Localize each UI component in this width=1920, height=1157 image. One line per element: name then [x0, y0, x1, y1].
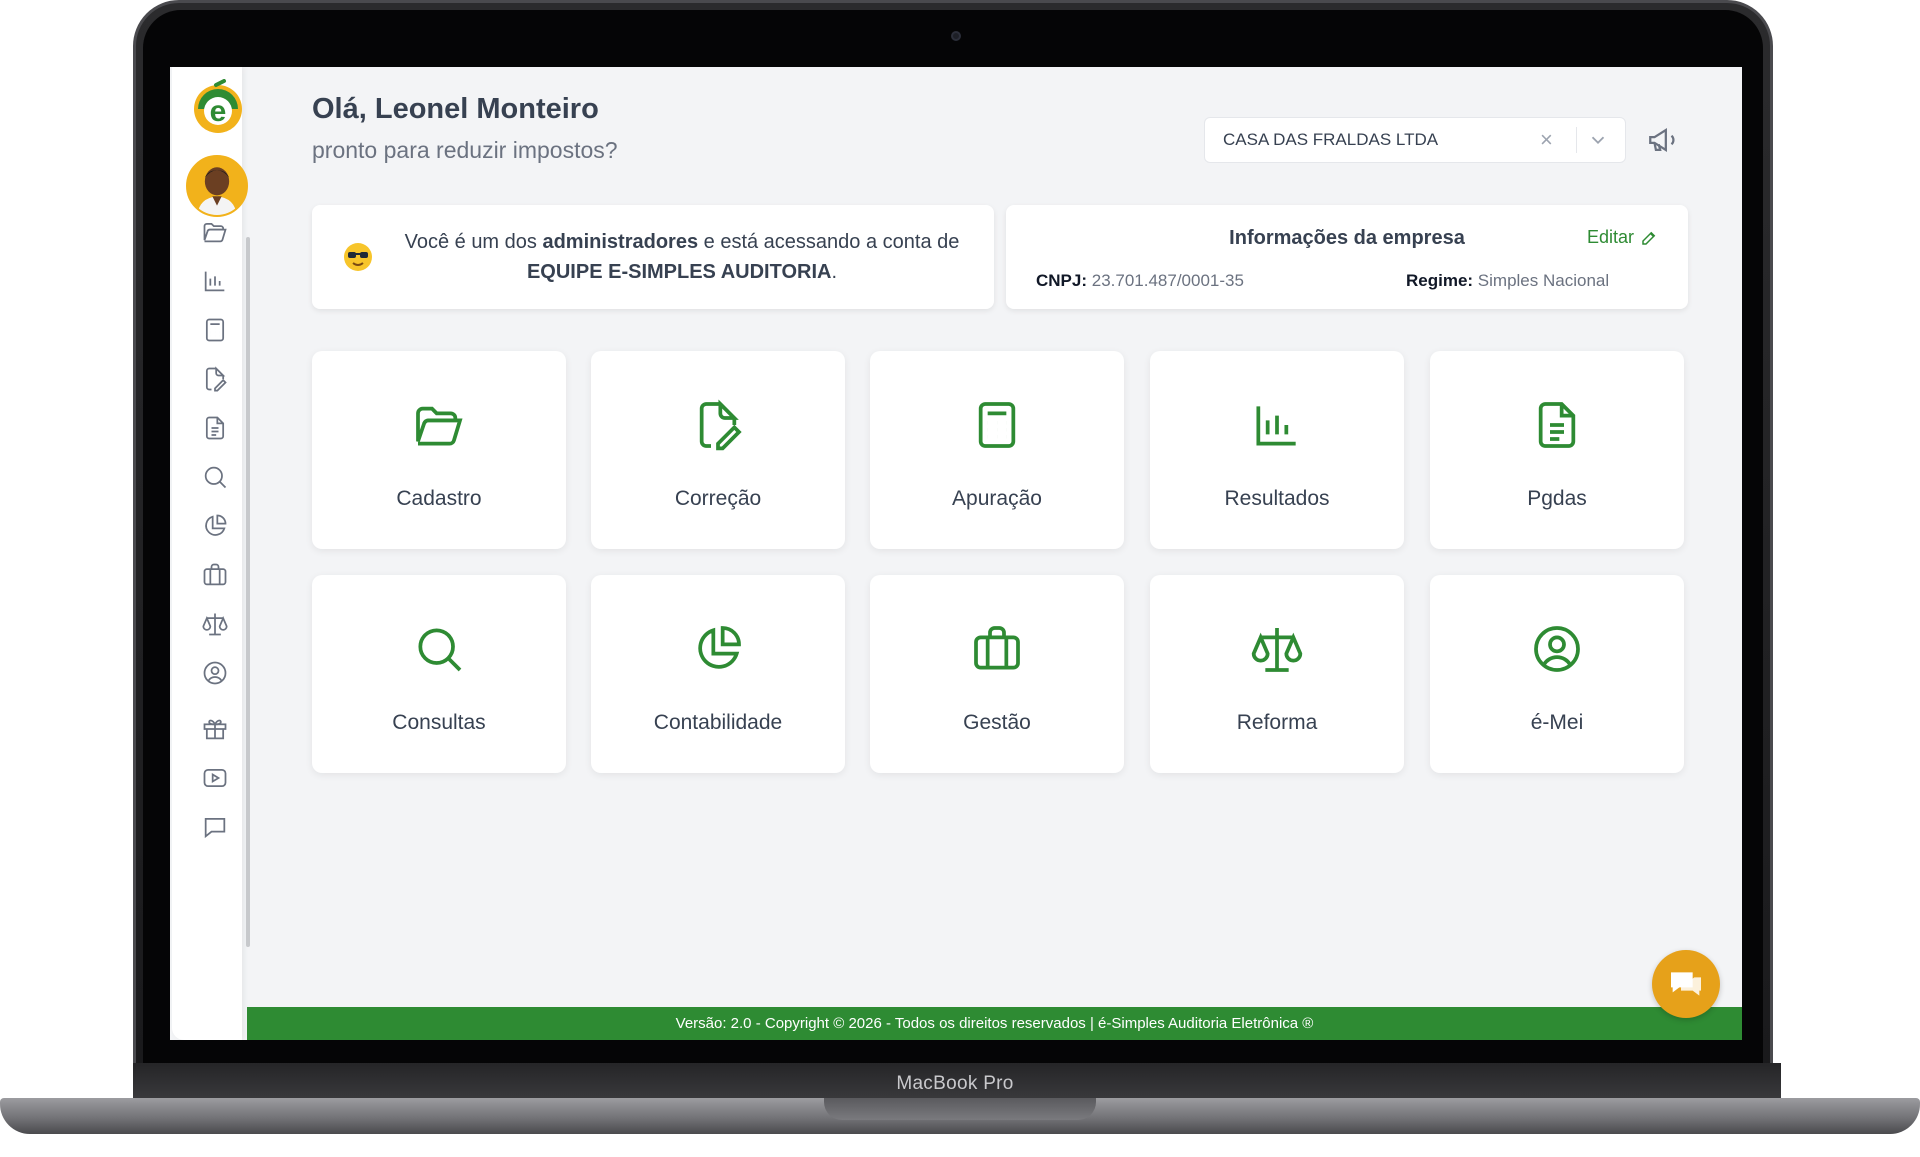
- chat-icon: [1671, 972, 1701, 996]
- scale-icon[interactable]: [200, 609, 230, 639]
- admin-notice-part: Você é um dos: [404, 231, 543, 253]
- chevron-down-icon[interactable]: [1587, 129, 1613, 151]
- sunglasses-emoji-icon: [344, 243, 372, 271]
- admin-notice-part: e está acessando a conta de: [698, 231, 960, 253]
- camera: [951, 31, 961, 41]
- calculator-icon[interactable]: [200, 315, 230, 345]
- page-subtitle: pronto para reduzir impostos?: [312, 137, 618, 163]
- tile-reforma[interactable]: Reforma: [1150, 575, 1404, 773]
- regime-value: Simples Nacional: [1473, 271, 1610, 290]
- page-title: Olá, Leonel Monteiro: [312, 93, 599, 125]
- tile-contabilidade[interactable]: Contabilidade: [591, 575, 845, 773]
- regime-field: Regime: Simples Nacional: [1406, 271, 1609, 291]
- tile-gestao[interactable]: Gestão: [870, 575, 1124, 773]
- video-icon[interactable]: [200, 763, 230, 793]
- admin-notice-text: Você é um dos administradores e está ace…: [392, 227, 972, 287]
- scale-icon: [1249, 621, 1305, 677]
- document-icon[interactable]: [200, 413, 230, 443]
- cnpj-label: CNPJ:: [1036, 271, 1088, 290]
- cnpj-field: CNPJ: 23.701.487/0001-35: [1036, 271, 1244, 291]
- user-circle-icon: [1529, 621, 1585, 677]
- tile-label: Apuração: [952, 487, 1042, 510]
- search-icon[interactable]: [200, 462, 230, 492]
- tile-cadastro[interactable]: Cadastro: [312, 351, 566, 549]
- pencil-icon: [1642, 231, 1656, 245]
- file-edit-icon: [690, 397, 746, 453]
- clear-icon[interactable]: ×: [1540, 127, 1564, 153]
- tile-apuracao[interactable]: Apuração: [870, 351, 1124, 549]
- pie-chart-icon: [690, 621, 746, 677]
- sidebar-scrollbar[interactable]: [246, 237, 250, 947]
- pie-chart-icon[interactable]: [200, 511, 230, 541]
- tile-label: Resultados: [1224, 487, 1330, 510]
- company-info-title: Informações da empresa: [1229, 227, 1465, 249]
- search-icon: [411, 621, 467, 677]
- laptop-base-notch: [824, 1098, 1096, 1120]
- account-name: EQUIPE E-SIMPLES AUDITORIA: [526, 261, 832, 283]
- admin-notice-part: .: [831, 261, 838, 283]
- briefcase-icon: [969, 621, 1025, 677]
- admin-role: administradores: [542, 231, 699, 253]
- company-select-value: CASA DAS FRALDAS LTDA: [1223, 130, 1439, 149]
- bar-chart-icon: [1249, 397, 1305, 453]
- user-circle-icon[interactable]: [200, 658, 230, 688]
- tile-pgdas[interactable]: Pgdas: [1430, 351, 1684, 549]
- chat-button[interactable]: [1652, 950, 1720, 1018]
- tile-label: Reforma: [1236, 711, 1318, 734]
- svg-text:e: e: [210, 95, 227, 128]
- tile-label: Correção: [674, 487, 762, 510]
- app-logo[interactable]: e: [190, 79, 246, 135]
- calculator-icon: [969, 397, 1025, 453]
- folder-icon[interactable]: [200, 217, 230, 247]
- tile-label: Gestão: [963, 711, 1031, 734]
- tile-correcao[interactable]: Correção: [591, 351, 845, 549]
- tile-resultados[interactable]: Resultados: [1150, 351, 1404, 549]
- app-screen: e Olá, Leonel Monteiro pronto para reduz…: [170, 67, 1742, 1040]
- tile-label: Contabilidade: [653, 711, 783, 734]
- device-brand-label: MacBook Pro: [896, 1073, 1014, 1094]
- tile-e-mei[interactable]: é-Mei: [1430, 575, 1684, 773]
- tile-consultas[interactable]: Consultas: [312, 575, 566, 773]
- regime-label: Regime:: [1406, 271, 1474, 290]
- edit-label: Editar: [1586, 227, 1634, 247]
- avatar[interactable]: [186, 155, 248, 217]
- briefcase-icon[interactable]: [200, 560, 230, 590]
- gift-icon[interactable]: [200, 714, 230, 744]
- admin-notice-card: Você é um dos administradores e está ace…: [312, 205, 994, 309]
- company-select[interactable]: CASA DAS FRALDAS LTDA ×: [1204, 117, 1626, 163]
- sidebar: e: [172, 67, 248, 1040]
- tile-label: Consultas: [392, 711, 486, 734]
- select-separator: [1576, 127, 1577, 153]
- document-icon: [1529, 397, 1585, 453]
- bar-chart-icon[interactable]: [200, 266, 230, 296]
- message-icon[interactable]: [200, 812, 230, 842]
- tile-label: Cadastro: [396, 487, 482, 510]
- edit-company-button[interactable]: Editar: [1587, 227, 1658, 248]
- folder-icon: [411, 397, 467, 453]
- footer: Versão: 2.0 - Copyright © 2026 - Todos o…: [247, 1007, 1742, 1040]
- cnpj-value: 23.701.487/0001-35: [1087, 271, 1244, 290]
- company-info-card: Informações da empresa Editar CNPJ: 23.7…: [1006, 205, 1688, 309]
- tile-label: Pgdas: [1527, 487, 1587, 510]
- megaphone-icon[interactable]: [1646, 123, 1682, 159]
- file-edit-icon[interactable]: [200, 364, 230, 394]
- tile-label: é-Mei: [1530, 711, 1584, 734]
